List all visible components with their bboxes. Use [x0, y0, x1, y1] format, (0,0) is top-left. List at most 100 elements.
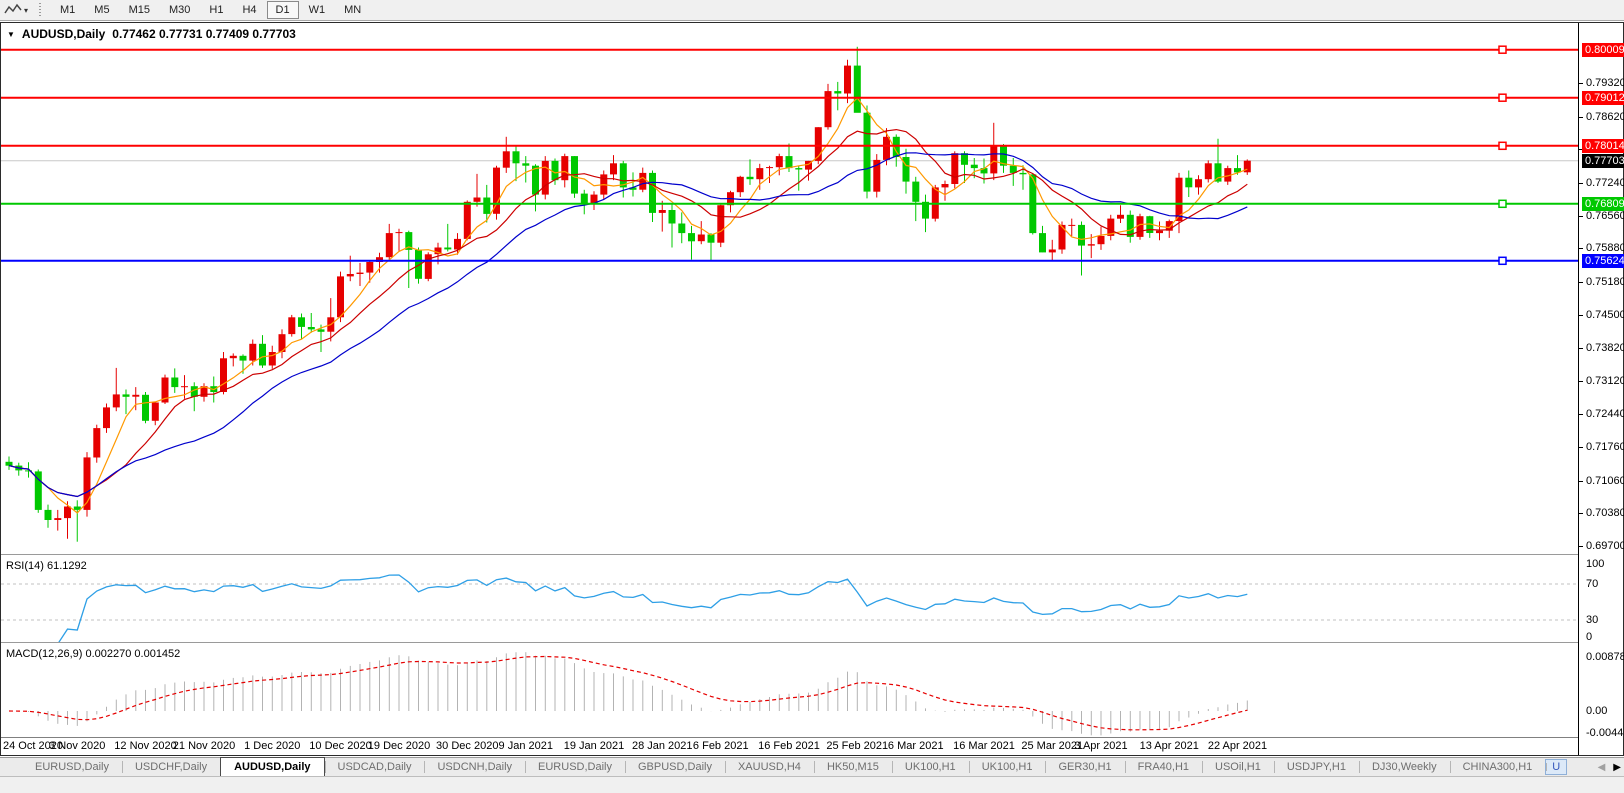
price-tick-label: 0.78620: [1586, 111, 1624, 124]
price-tick-mark: [1579, 216, 1583, 217]
price-tick-label: 0.73820: [1586, 342, 1624, 355]
price-tick-label: 0.73120: [1586, 375, 1624, 388]
rsi-indicator-label: RSI(14) 61.1292: [6, 560, 87, 572]
rsi-axis-label: 30: [1586, 614, 1598, 626]
chart-ohlc-values: 0.77462 0.77731 0.77409 0.77703: [112, 27, 296, 41]
timeframe-button-W1[interactable]: W1: [300, 1, 335, 19]
macd-axis-label: 0.008782: [1586, 651, 1624, 663]
chart-tab-uk100-h1[interactable]: UK100,H1: [892, 758, 969, 776]
timeframe-button-M30[interactable]: M30: [160, 1, 199, 19]
price-tick-mark: [1579, 315, 1583, 316]
rsi-axis-label: 0: [1586, 631, 1592, 643]
price-tick-mark: [1579, 513, 1583, 514]
hline-price-badge: 0.79012: [1582, 91, 1624, 105]
price-tick-mark: [1579, 546, 1583, 547]
timeframe-button-M5[interactable]: M5: [85, 1, 118, 19]
chart-tab-ger30-h1[interactable]: GER30,H1: [1045, 758, 1124, 776]
chart-tab-usdcad-daily[interactable]: USDCAD,Daily: [325, 758, 425, 776]
hline-price-badge: 0.78014: [1582, 139, 1624, 153]
chart-tab-fra40-h1[interactable]: FRA40,H1: [1125, 758, 1202, 776]
date-axis-label: 16 Feb 2021: [758, 740, 820, 752]
date-axis-label: 9 Jan 2021: [499, 740, 553, 752]
date-axis-label: 3 Apr 2021: [1074, 740, 1127, 752]
date-axis[interactable]: 24 Oct 20203 Nov 202012 Nov 202021 Nov 2…: [1, 738, 1577, 755]
chart-tab-usdcnh-daily[interactable]: USDCNH,Daily: [424, 758, 525, 776]
chart-tab-gbpusd-daily[interactable]: GBPUSD,Daily: [625, 758, 725, 776]
price-tick-mark: [1579, 414, 1583, 415]
chart-line-icon[interactable]: [4, 3, 22, 17]
date-axis-label: 21 Nov 2020: [173, 740, 235, 752]
hline-price-badge: 0.75624: [1582, 254, 1624, 268]
price-tick-mark: [1579, 282, 1583, 283]
price-tick-mark: [1579, 83, 1583, 84]
chart-tab-bar: EURUSD,DailyUSDCHF,DailyAUDUSD,DailyUSDC…: [0, 757, 1624, 776]
chart-tab-china300-h1[interactable]: CHINA300,H1: [1450, 758, 1546, 776]
timeframe-button-H1[interactable]: H1: [200, 1, 232, 19]
pane-splitter-rsi-macd[interactable]: [1, 642, 1578, 644]
hline-price-badge: 0.80009: [1582, 43, 1624, 57]
chart-tab-xauusd-h4[interactable]: XAUUSD,H4: [725, 758, 814, 776]
price-tick-mark: [1579, 117, 1583, 118]
price-tick-label: 0.79320: [1586, 77, 1624, 90]
date-axis-label: 22 Apr 2021: [1208, 740, 1267, 752]
price-tick-label: 0.74500: [1586, 309, 1624, 322]
price-tick-label: 0.71760: [1586, 441, 1624, 454]
price-tick-mark: [1579, 348, 1583, 349]
date-axis-label: 1 Dec 2020: [244, 740, 300, 752]
date-axis-label: 13 Apr 2021: [1140, 740, 1199, 752]
chart-tab-audusd-daily[interactable]: AUDUSD,Daily: [220, 757, 324, 776]
date-axis-label: 30 Dec 2020: [436, 740, 498, 752]
price-tick-mark: [1579, 381, 1583, 382]
rsi-axis-label: 100: [1586, 558, 1604, 570]
rsi-axis-label: 70: [1586, 578, 1598, 590]
chart-symbol-label: AUDUSD,Daily: [22, 27, 105, 41]
dropdown-caret-icon[interactable]: ▾: [24, 6, 28, 15]
chart-tab-usdjpy-h1[interactable]: USDJPY,H1: [1274, 758, 1359, 776]
price-tick-mark: [1579, 481, 1583, 482]
chart-tab-partial[interactable]: U: [1545, 759, 1567, 775]
collapse-triangle-icon[interactable]: ▼: [7, 30, 15, 39]
chart-tab-usdchf-daily[interactable]: USDCHF,Daily: [122, 758, 220, 776]
date-axis-label: 3 Nov 2020: [49, 740, 105, 752]
chart-title: ▼ AUDUSD,Daily 0.77462 0.77731 0.77409 0…: [7, 27, 296, 41]
timeframe-button-M1[interactable]: M1: [51, 1, 84, 19]
status-bar: [0, 776, 1624, 793]
timeframe-button-group: M1M5M15M30H1H4D1W1MN: [51, 1, 371, 19]
price-tick-mark: [1579, 183, 1583, 184]
chart-tab-eurusd-daily[interactable]: EURUSD,Daily: [22, 758, 122, 776]
price-tick-label: 0.70380: [1586, 507, 1624, 520]
chart-tab-dj30-weekly[interactable]: DJ30,Weekly: [1359, 758, 1450, 776]
price-tick-label: 0.71060: [1586, 475, 1624, 488]
date-axis-label: 10 Dec 2020: [309, 740, 371, 752]
chart-tab-hk50-m15[interactable]: HK50,M15: [814, 758, 892, 776]
price-tick-label: 0.75180: [1586, 276, 1624, 289]
toolbar-drag-grip[interactable]: [38, 3, 43, 17]
price-tick-label: 0.77240: [1586, 177, 1624, 190]
price-tick-label: 0.72440: [1586, 408, 1624, 421]
date-axis-label: 6 Feb 2021: [693, 740, 749, 752]
price-axis[interactable]: 0.793200.786200.779400.772400.765600.758…: [1578, 23, 1623, 755]
timeframe-button-H4[interactable]: H4: [233, 1, 265, 19]
chart-tab-usoil-h1[interactable]: USOil,H1: [1202, 758, 1274, 776]
date-axis-label: 16 Mar 2021: [953, 740, 1015, 752]
chart-tab-uk100-h1[interactable]: UK100,H1: [969, 758, 1046, 776]
date-axis-label: 12 Nov 2020: [114, 740, 176, 752]
macd-pane-canvas[interactable]: [1, 645, 1578, 737]
chart-tab-eurusd-daily[interactable]: EURUSD,Daily: [525, 758, 625, 776]
tab-scroll-arrows: ◀▶: [1598, 758, 1621, 777]
timeframe-button-D1[interactable]: D1: [267, 1, 299, 19]
tab-scroll-left-icon[interactable]: ◀: [1598, 762, 1606, 773]
hline-price-badge: 0.76809: [1582, 197, 1624, 211]
main-chart-canvas[interactable]: [1, 24, 1578, 554]
timeframe-button-MN[interactable]: MN: [335, 1, 370, 19]
price-tick-label: 0.76560: [1586, 210, 1624, 223]
date-axis-label: 19 Jan 2021: [564, 740, 625, 752]
tab-scroll-right-icon[interactable]: ▶: [1613, 762, 1621, 773]
date-axis-label: 19 Dec 2020: [368, 740, 430, 752]
date-axis-label: 6 Mar 2021: [888, 740, 944, 752]
timeframe-button-M15[interactable]: M15: [120, 1, 159, 19]
date-axis-label: 28 Jan 2021: [632, 740, 693, 752]
pane-splitter-main-rsi[interactable]: [1, 554, 1578, 556]
rsi-pane-canvas[interactable]: [1, 557, 1578, 642]
price-tick-mark: [1579, 447, 1583, 448]
